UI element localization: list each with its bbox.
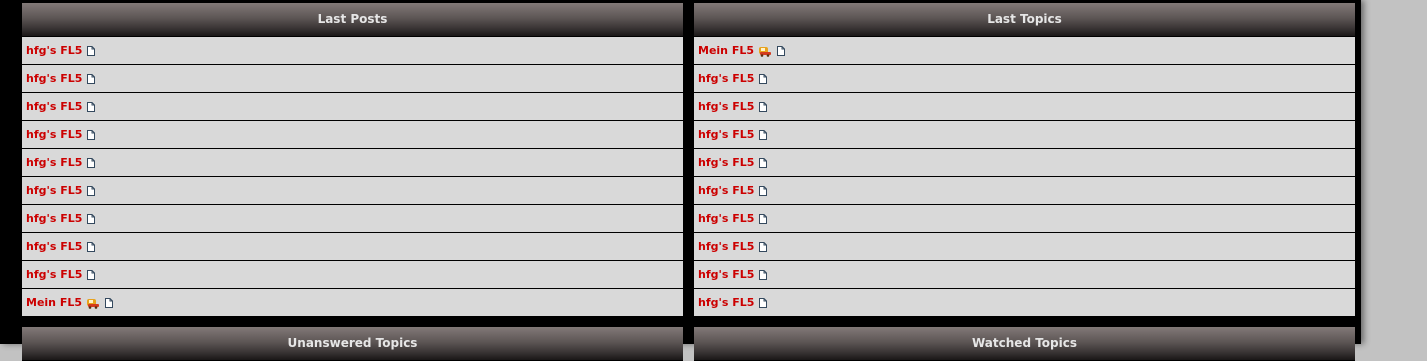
page-icon[interactable]: [87, 269, 96, 280]
topic-row: hfg's FL5: [694, 93, 1355, 120]
topic-row: hfg's FL5: [22, 65, 683, 92]
page-icon[interactable]: [87, 241, 96, 252]
topic-link[interactable]: hfg's FL5: [26, 268, 82, 281]
topic-row: hfg's FL5: [694, 177, 1355, 204]
page-icon[interactable]: [759, 73, 768, 84]
topic-link[interactable]: hfg's FL5: [698, 100, 754, 113]
topic-row: hfg's FL5: [694, 261, 1355, 288]
topic-link[interactable]: hfg's FL5: [698, 240, 754, 253]
topic-link[interactable]: hfg's FL5: [698, 268, 754, 281]
topic-row: hfg's FL5: [22, 205, 683, 232]
topic-row: hfg's FL5: [694, 65, 1355, 92]
page-icon[interactable]: [87, 45, 96, 56]
topic-link[interactable]: hfg's FL5: [26, 212, 82, 225]
topic-link[interactable]: hfg's FL5: [698, 212, 754, 225]
topic-row: hfg's FL5: [694, 289, 1355, 316]
topic-row: hfg's FL5: [22, 93, 683, 120]
page-icon[interactable]: [87, 129, 96, 140]
topic-link[interactable]: hfg's FL5: [698, 184, 754, 197]
last-posts-header: Last Posts: [22, 3, 683, 37]
page-icon[interactable]: [87, 157, 96, 168]
page-icon[interactable]: [87, 213, 96, 224]
topic-row: hfg's FL5: [22, 177, 683, 204]
topic-row: Mein FL5: [694, 37, 1355, 64]
page-icon[interactable]: [759, 129, 768, 140]
last-topics-list: Mein FL5 hfg's FL5 hfg's FL5 hfg's FL5 hfg's…: [694, 37, 1355, 316]
topic-link[interactable]: hfg's FL5: [698, 128, 754, 141]
watched-topics-panel: Watched Topics: [694, 327, 1355, 361]
page-icon[interactable]: [105, 297, 114, 308]
topic-link[interactable]: hfg's FL5: [26, 128, 82, 141]
page-icon[interactable]: [759, 241, 768, 252]
page-icon[interactable]: [87, 101, 96, 112]
car-emoji-icon: [758, 45, 772, 57]
topic-link[interactable]: hfg's FL5: [26, 72, 82, 85]
topic-row: hfg's FL5: [22, 121, 683, 148]
topic-link[interactable]: hfg's FL5: [26, 240, 82, 253]
car-emoji-icon: [86, 297, 100, 309]
last-topics-panel: Last Topics Mein FL5 hfg's FL5 hfg's FL5 hf…: [694, 3, 1355, 317]
page-icon[interactable]: [87, 73, 96, 84]
topic-link[interactable]: Mein FL5: [26, 296, 82, 309]
forum-board: Last Posts hfg's FL5 hfg's FL5 hfg's FL5 hf…: [0, 0, 1361, 361]
page-icon[interactable]: [759, 101, 768, 112]
page-icon[interactable]: [759, 269, 768, 280]
topic-link[interactable]: hfg's FL5: [698, 296, 754, 309]
page-icon[interactable]: [777, 45, 786, 56]
topic-row: hfg's FL5: [694, 205, 1355, 232]
last-topics-header: Last Topics: [694, 3, 1355, 37]
watched-topics-header: Watched Topics: [694, 327, 1355, 361]
unanswered-topics-header: Unanswered Topics: [22, 327, 683, 361]
page-icon[interactable]: [759, 213, 768, 224]
topic-row: hfg's FL5: [22, 37, 683, 64]
page-icon[interactable]: [759, 297, 768, 308]
topic-link[interactable]: hfg's FL5: [698, 72, 754, 85]
topic-link[interactable]: hfg's FL5: [698, 156, 754, 169]
unanswered-topics-panel: Unanswered Topics: [22, 327, 683, 361]
topic-row: hfg's FL5: [694, 149, 1355, 176]
topic-row: hfg's FL5: [694, 233, 1355, 260]
topic-link[interactable]: hfg's FL5: [26, 184, 82, 197]
topic-link[interactable]: hfg's FL5: [26, 156, 82, 169]
topic-row: hfg's FL5: [22, 261, 683, 288]
topic-row: hfg's FL5: [22, 149, 683, 176]
topic-row: hfg's FL5: [694, 121, 1355, 148]
page-icon[interactable]: [759, 157, 768, 168]
topic-link[interactable]: Mein FL5: [698, 44, 754, 57]
last-posts-list: hfg's FL5 hfg's FL5 hfg's FL5 hfg's FL5 hfg'…: [22, 37, 683, 316]
last-posts-panel: Last Posts hfg's FL5 hfg's FL5 hfg's FL5 hf…: [22, 3, 683, 317]
page-icon[interactable]: [87, 185, 96, 196]
topic-link[interactable]: hfg's FL5: [26, 100, 82, 113]
topic-link[interactable]: hfg's FL5: [26, 44, 82, 57]
topic-row: Mein FL5: [22, 289, 683, 316]
topic-row: hfg's FL5: [22, 233, 683, 260]
page-icon[interactable]: [759, 185, 768, 196]
